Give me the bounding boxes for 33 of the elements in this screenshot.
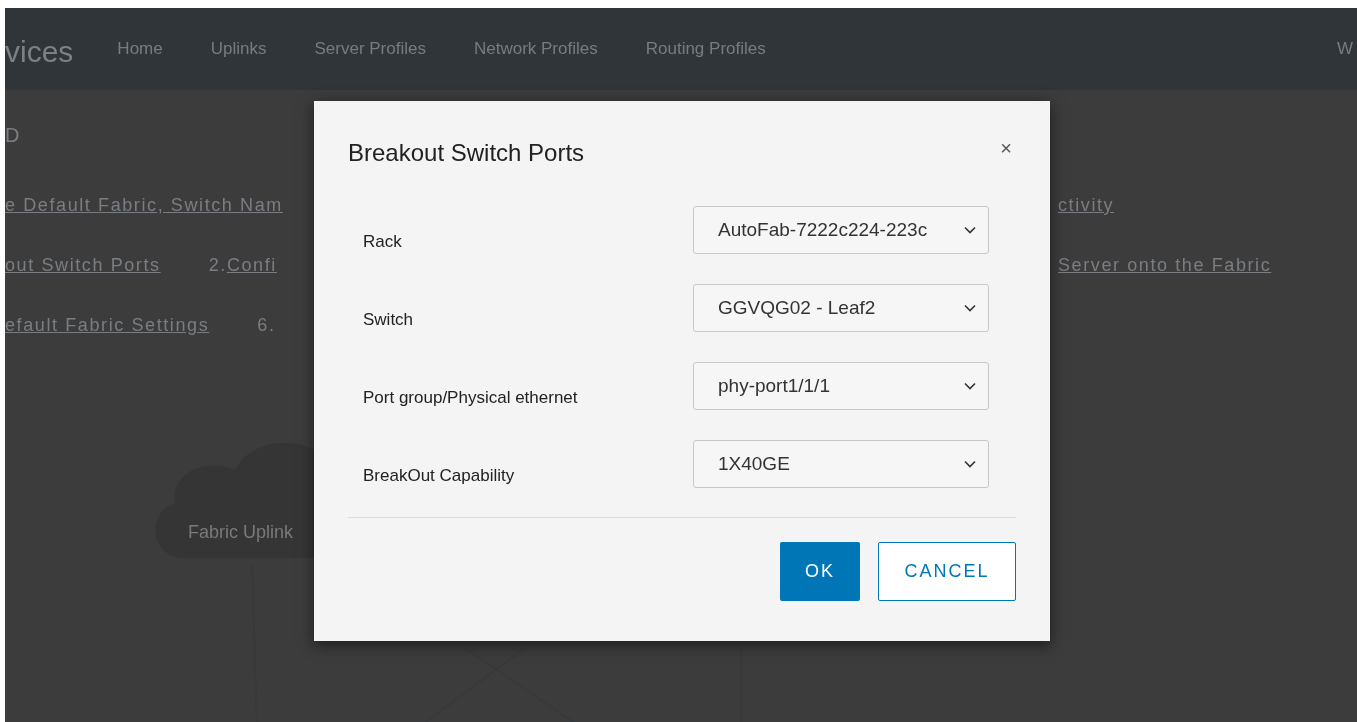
chevron-down-icon bbox=[964, 226, 976, 234]
dropdown-field[interactable]: phy-port1/1/1 bbox=[693, 362, 989, 410]
nav-item[interactable]: Network Profiles bbox=[449, 39, 622, 59]
close-button[interactable]: × bbox=[996, 137, 1016, 160]
ok-button[interactable]: OK bbox=[780, 542, 860, 601]
nav-item[interactable]: Home bbox=[93, 39, 187, 59]
step-link[interactable]: ctivity bbox=[1058, 195, 1115, 215]
dropdown-field[interactable]: 1X40GE bbox=[693, 440, 989, 488]
nav-item[interactable]: Uplinks bbox=[186, 39, 291, 59]
nav-item[interactable]: Server Profiles bbox=[290, 39, 450, 59]
app-title: vices bbox=[5, 35, 74, 69]
dropdown-field[interactable]: AutoFab-7222c224-223c bbox=[693, 206, 989, 254]
nav-item[interactable]: Routing Profiles bbox=[621, 39, 790, 59]
diagram-label: Fabric Uplink bbox=[188, 522, 294, 542]
dialog-title: Breakout Switch Ports bbox=[348, 139, 585, 167]
step-link[interactable]: e Default Fabric, Switch Nam bbox=[5, 195, 283, 215]
chevron-down-icon bbox=[964, 304, 976, 312]
page-heading: D bbox=[5, 124, 20, 147]
field-label: Port group/Physical ethernet bbox=[363, 388, 578, 409]
step-link[interactable]: efault Fabric Settings bbox=[5, 315, 210, 335]
field-label: Rack bbox=[363, 232, 402, 253]
chevron-down-icon bbox=[964, 382, 976, 390]
step-link[interactable]: Confi bbox=[226, 255, 277, 275]
chevron-down-icon bbox=[964, 460, 976, 468]
dropdown-field[interactable]: GGVQG02 - Leaf2 bbox=[693, 284, 989, 332]
step-link[interactable]: out Switch Ports bbox=[5, 255, 161, 275]
field-label: Switch bbox=[363, 310, 414, 331]
step-number: 2. bbox=[208, 255, 227, 275]
nav-item[interactable]: W bbox=[1336, 39, 1353, 59]
cancel-button[interactable]: CANCEL bbox=[878, 542, 1016, 601]
step-link[interactable]: Server onto the Fabric bbox=[1058, 255, 1272, 275]
field-label: BreakOut Capability bbox=[363, 466, 515, 487]
step-number: 6. bbox=[257, 315, 276, 335]
